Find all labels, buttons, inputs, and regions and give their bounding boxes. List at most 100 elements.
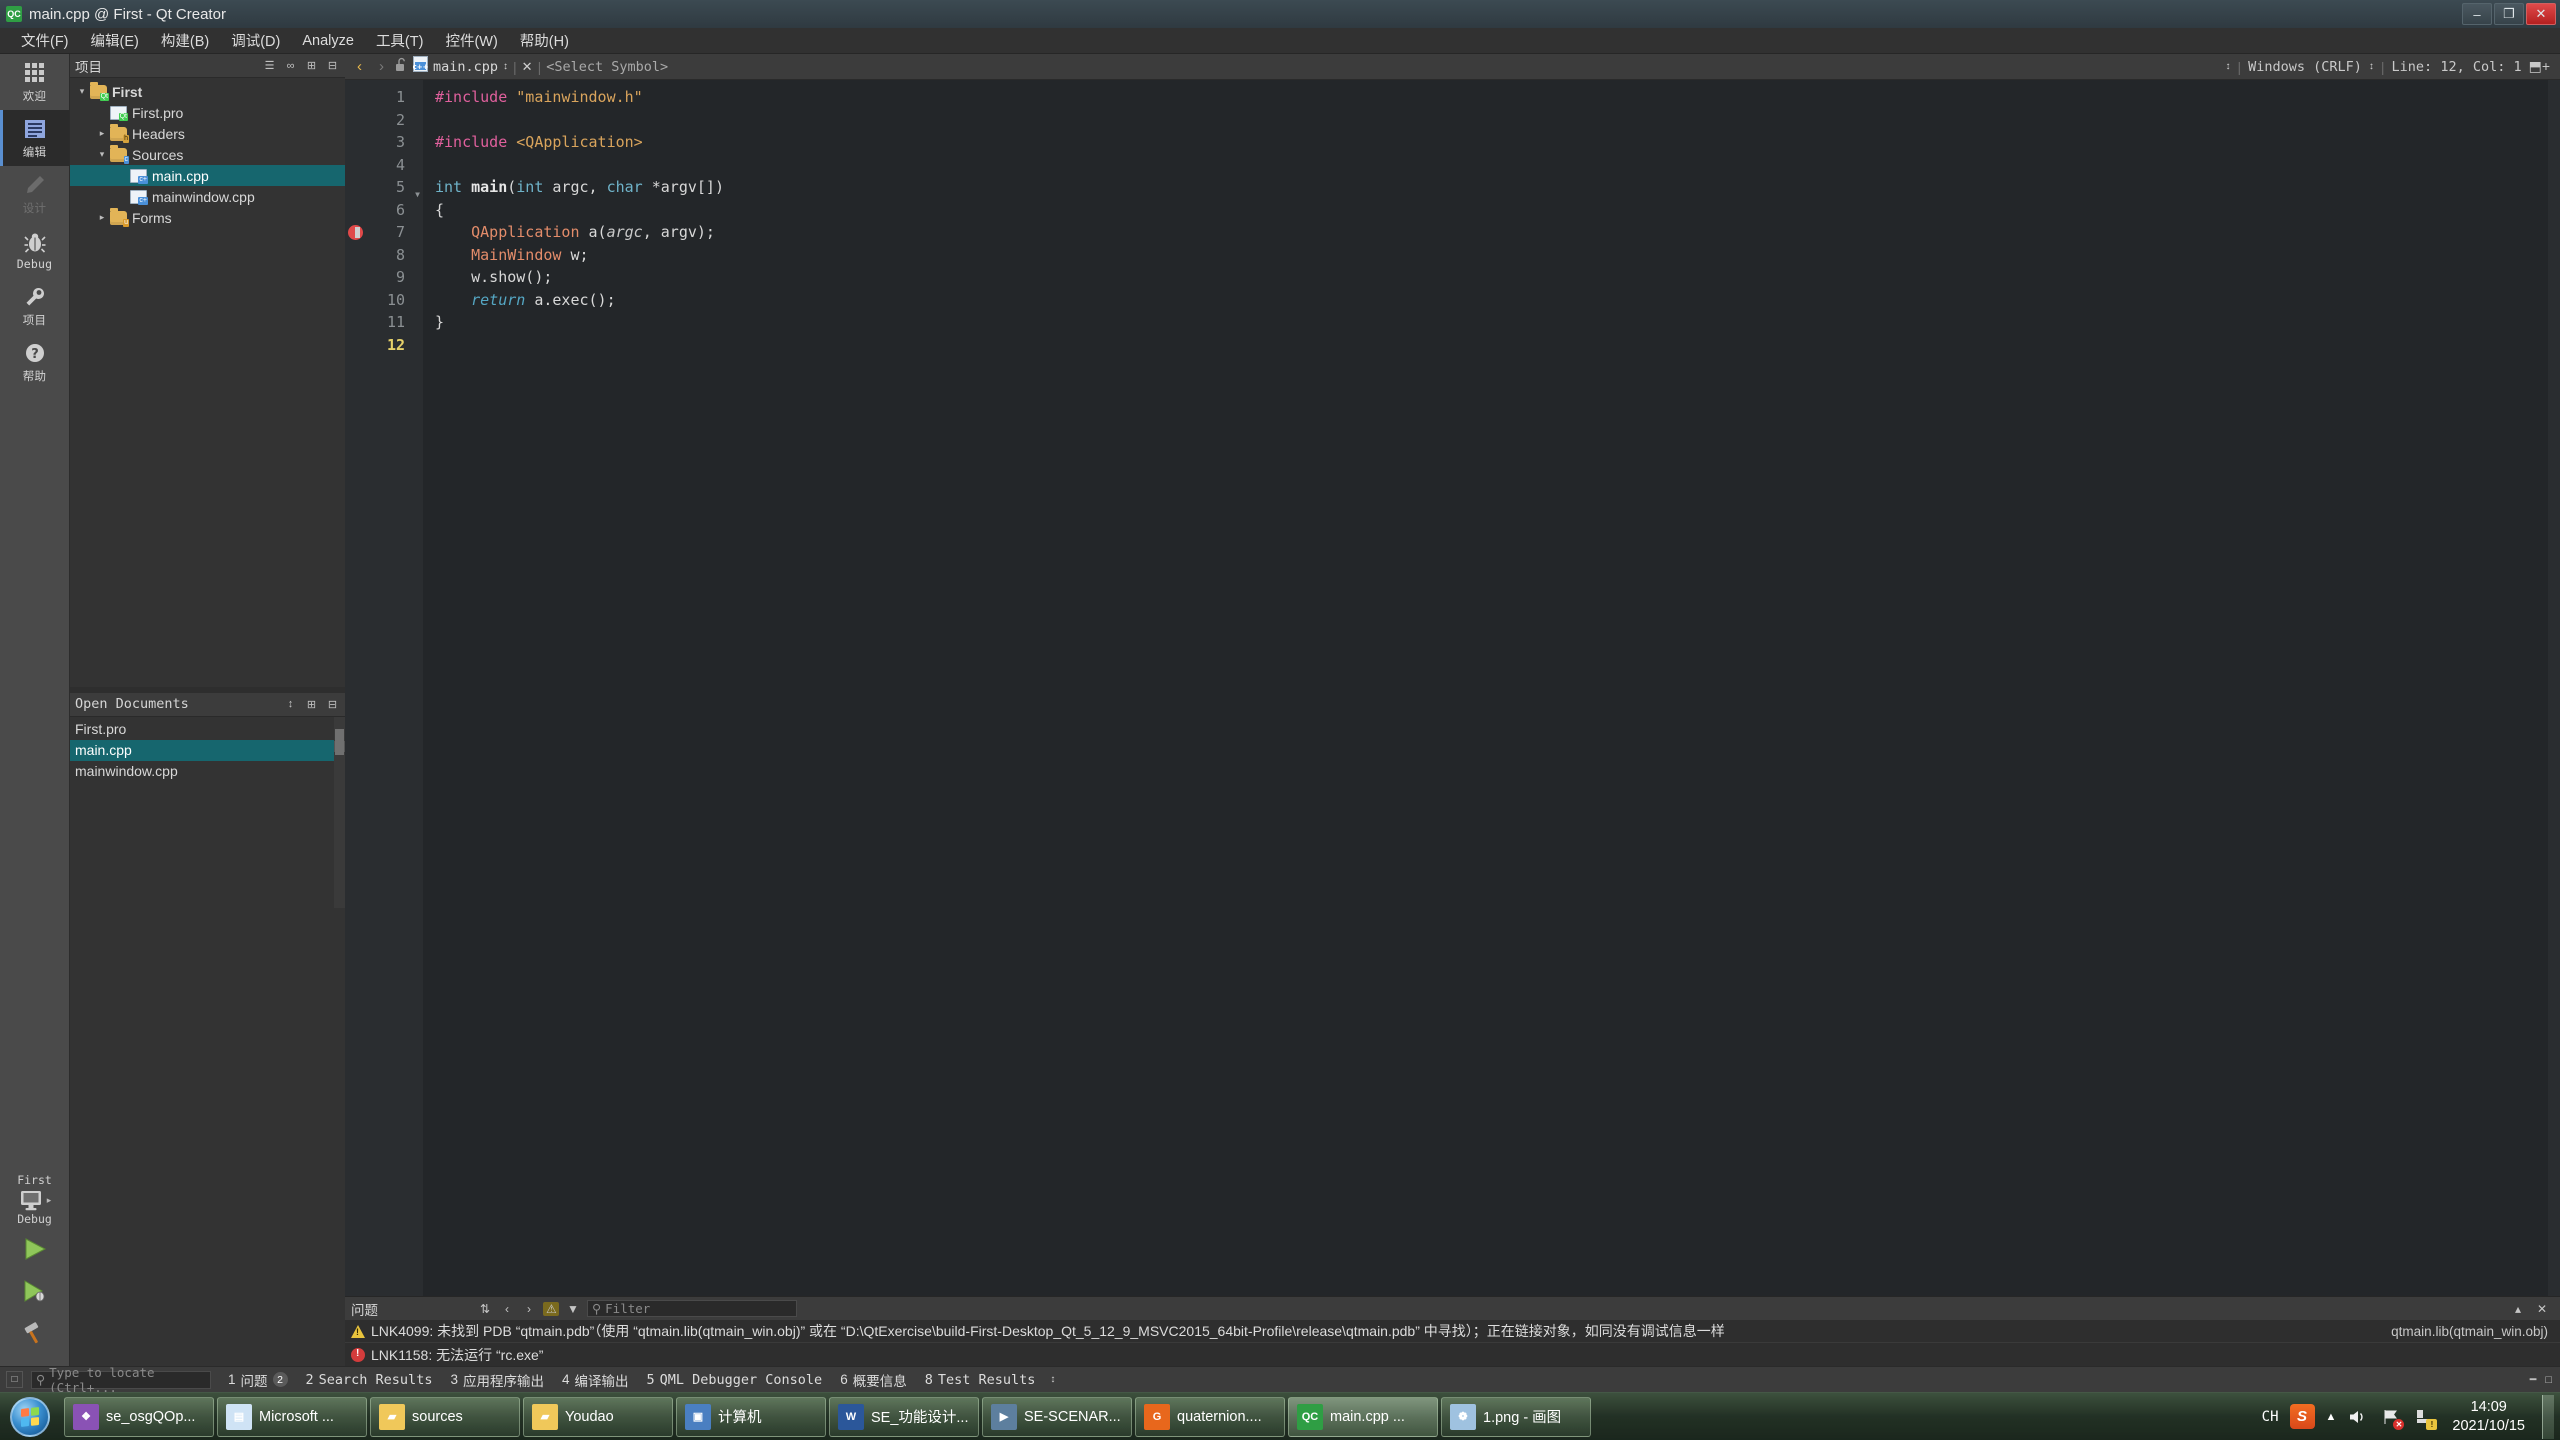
- issue-row-error[interactable]: LNK1158: 无法运行 “rc.exe”: [345, 1343, 2560, 1366]
- project-filter-icon[interactable]: ☰: [262, 59, 277, 72]
- menu-help[interactable]: 帮助(H): [509, 28, 580, 53]
- build-button[interactable]: [0, 1312, 69, 1354]
- twisty-icon[interactable]: ▸: [94, 212, 110, 223]
- output-tabs-overflow-icon[interactable]: ↕: [1044, 1374, 1061, 1385]
- mode-welcome[interactable]: 欢迎: [0, 54, 69, 110]
- taskbar-item[interactable]: ▤ Microsoft ...: [217, 1396, 367, 1437]
- maximize-button[interactable]: ❐: [2494, 3, 2524, 25]
- issues-list[interactable]: LNK4099: 未找到 PDB “qtmain.pdb”（使用 “qtmain…: [345, 1320, 2560, 1366]
- taskbar-item[interactable]: ▣ 计算机: [676, 1396, 826, 1437]
- project-sync-icon[interactable]: ∞: [283, 60, 298, 72]
- menu-build[interactable]: 构建(B): [150, 28, 220, 53]
- mode-projects[interactable]: 项目: [0, 278, 69, 334]
- open-documents-scrollbar[interactable]: ▲: [334, 716, 345, 908]
- taskbar-item[interactable]: QC main.cpp ...: [1288, 1396, 1438, 1437]
- menu-analyze[interactable]: Analyze: [291, 31, 365, 51]
- start-debugging-button[interactable]: [0, 1270, 69, 1312]
- open-document-item[interactable]: First.pro: [70, 719, 345, 740]
- mode-edit[interactable]: 编辑: [0, 110, 69, 166]
- tree-row-sources[interactable]: ▾ c Sources: [70, 144, 345, 165]
- ime-indicator[interactable]: CH: [2262, 1409, 2279, 1425]
- menu-edit[interactable]: 编辑(E): [80, 28, 150, 53]
- tree-row-first[interactable]: ▾ Qt First: [70, 81, 345, 102]
- close-button[interactable]: ✕: [2526, 3, 2556, 25]
- position-dropdown-icon[interactable]: ↕: [2369, 61, 2374, 72]
- open-documents-list[interactable]: First.pro main.cpp mainwindow.cpp: [70, 717, 345, 908]
- issues-filter-input[interactable]: ⚲ Filter: [587, 1300, 797, 1317]
- tree-row-headers[interactable]: ▸ h Headers: [70, 123, 345, 144]
- output-tab-application-output[interactable]: 3 应用程序输出: [441, 1370, 553, 1390]
- tree-row-first-pro[interactable]: Qt First.pro: [70, 102, 345, 123]
- start-button[interactable]: [2, 1395, 58, 1439]
- taskbar-item[interactable]: ❁ 1.png - 画图: [1441, 1396, 1591, 1437]
- locator-input[interactable]: ⚲ Type to locate (Ctrl+...: [31, 1365, 211, 1395]
- volume-icon[interactable]: [2347, 1406, 2369, 1428]
- navigate-forward-icon[interactable]: ›: [373, 58, 390, 75]
- menu-debug[interactable]: 调试(D): [220, 28, 291, 53]
- navigate-back-icon[interactable]: ‹: [351, 58, 368, 75]
- scrollbar-thumb[interactable]: [335, 728, 344, 755]
- previous-issue-icon[interactable]: ‹: [499, 1302, 515, 1316]
- output-tab-general-messages[interactable]: 6 概要信息: [831, 1370, 916, 1390]
- issue-row-warning[interactable]: LNK4099: 未找到 PDB “qtmain.pdb”（使用 “qtmain…: [345, 1320, 2560, 1343]
- taskbar-item[interactable]: ❖ se_osgQOp...: [64, 1396, 214, 1437]
- line-ending-selector[interactable]: Windows (CRLF): [2248, 59, 2362, 75]
- unlock-icon[interactable]: [395, 57, 408, 77]
- menu-widgets[interactable]: 控件(W): [434, 28, 508, 53]
- editor-vertical-scrollbar[interactable]: [2548, 80, 2560, 1296]
- project-split-icon[interactable]: ⊞: [304, 59, 319, 72]
- funnel-icon[interactable]: ▼: [565, 1302, 581, 1316]
- project-close-pane-icon[interactable]: ⊟: [325, 59, 340, 72]
- taskbar-item[interactable]: Gquaternion....: [1135, 1396, 1285, 1437]
- kit-selector[interactable]: First ▸ Debug: [0, 1167, 69, 1228]
- split-editor-icon[interactable]: ⬒+: [2529, 58, 2550, 75]
- clock[interactable]: 14:09 2021/10/15: [2446, 1398, 2531, 1436]
- tree-row-main-cpp[interactable]: c+ main.cpp: [70, 165, 345, 186]
- code-text[interactable]: #include "mainwindow.h" #include <QAppli…: [423, 80, 2560, 1296]
- file-dropdown-icon[interactable]: ↕: [503, 61, 508, 72]
- breakpoint-marker-icon[interactable]: [348, 225, 363, 240]
- warning-filter-icon[interactable]: ⚠: [543, 1301, 559, 1316]
- line-ending-dropdown-icon[interactable]: ↕: [2225, 61, 2230, 72]
- code-editor[interactable]: 1 2 3 4 5 ▼ 6 7 8 9 10 11 12 #include "ma…: [345, 80, 2560, 1296]
- editor-filename[interactable]: main.cpp: [433, 59, 498, 75]
- open-documents-split-icon[interactable]: ⊞: [304, 698, 319, 711]
- tree-row-mainwindow-cpp[interactable]: c+ mainwindow.cpp: [70, 186, 345, 207]
- close-editor-icon[interactable]: ✕: [522, 59, 533, 75]
- close-pane-icon[interactable]: ✕: [2534, 1302, 2550, 1316]
- twisty-icon[interactable]: ▸: [94, 128, 110, 139]
- tree-row-forms[interactable]: ▸ u Forms: [70, 207, 345, 228]
- taskbar-item[interactable]: ▰ sources: [370, 1396, 520, 1437]
- mode-help[interactable]: ? 帮助: [0, 334, 69, 390]
- network-icon[interactable]: ✕: [2380, 1406, 2405, 1430]
- output-tab-compile-output[interactable]: 4 编译输出: [553, 1370, 638, 1390]
- show-hidden-icons-icon[interactable]: ▲: [2326, 1411, 2337, 1423]
- minimize-output-icon[interactable]: ━: [2530, 1373, 2537, 1386]
- twisty-icon[interactable]: ▾: [94, 149, 110, 160]
- taskbar-item[interactable]: ▰ Youdao: [523, 1396, 673, 1437]
- twisty-icon[interactable]: ▾: [74, 86, 90, 97]
- next-issue-icon[interactable]: ›: [521, 1302, 537, 1316]
- open-document-item[interactable]: mainwindow.cpp: [70, 761, 345, 782]
- symbol-selector[interactable]: <Select Symbol>: [546, 59, 668, 75]
- taskbar-item[interactable]: ▶ SE-SCENAR...: [982, 1396, 1132, 1437]
- show-desktop-button[interactable]: [2542, 1394, 2554, 1439]
- menu-tools[interactable]: 工具(T): [365, 28, 435, 53]
- line-number-gutter[interactable]: 1 2 3 4 5 ▼ 6 7 8 9 10 11 12: [345, 80, 423, 1296]
- project-tree[interactable]: ▾ Qt First Qt First.pro ▸ h Headers ▾ c: [70, 78, 345, 687]
- open-document-item-selected[interactable]: main.cpp: [70, 739, 345, 761]
- open-documents-close-pane-icon[interactable]: ⊟: [325, 698, 340, 711]
- output-tab-test-results[interactable]: 8 Test Results: [916, 1372, 1045, 1388]
- collapse-pane-icon[interactable]: ▴: [2510, 1302, 2526, 1316]
- output-tab-qml-debugger-console[interactable]: 5 QML Debugger Console: [637, 1372, 831, 1388]
- maximize-output-icon[interactable]: □: [2545, 1374, 2552, 1386]
- output-tab-issues[interactable]: 1 问题 2: [219, 1370, 297, 1390]
- mode-debug[interactable]: Debug: [0, 222, 69, 278]
- sort-icon[interactable]: ⇅: [477, 1302, 493, 1316]
- taskbar-item[interactable]: W SE_功能设计...: [829, 1396, 979, 1437]
- mode-design[interactable]: 设计: [0, 166, 69, 222]
- minimize-button[interactable]: –: [2462, 3, 2492, 25]
- collapse-output-icon[interactable]: □: [6, 1371, 23, 1388]
- sogou-ime-icon[interactable]: S: [2289, 1404, 2315, 1429]
- open-documents-sort-icon[interactable]: ↕: [283, 698, 298, 710]
